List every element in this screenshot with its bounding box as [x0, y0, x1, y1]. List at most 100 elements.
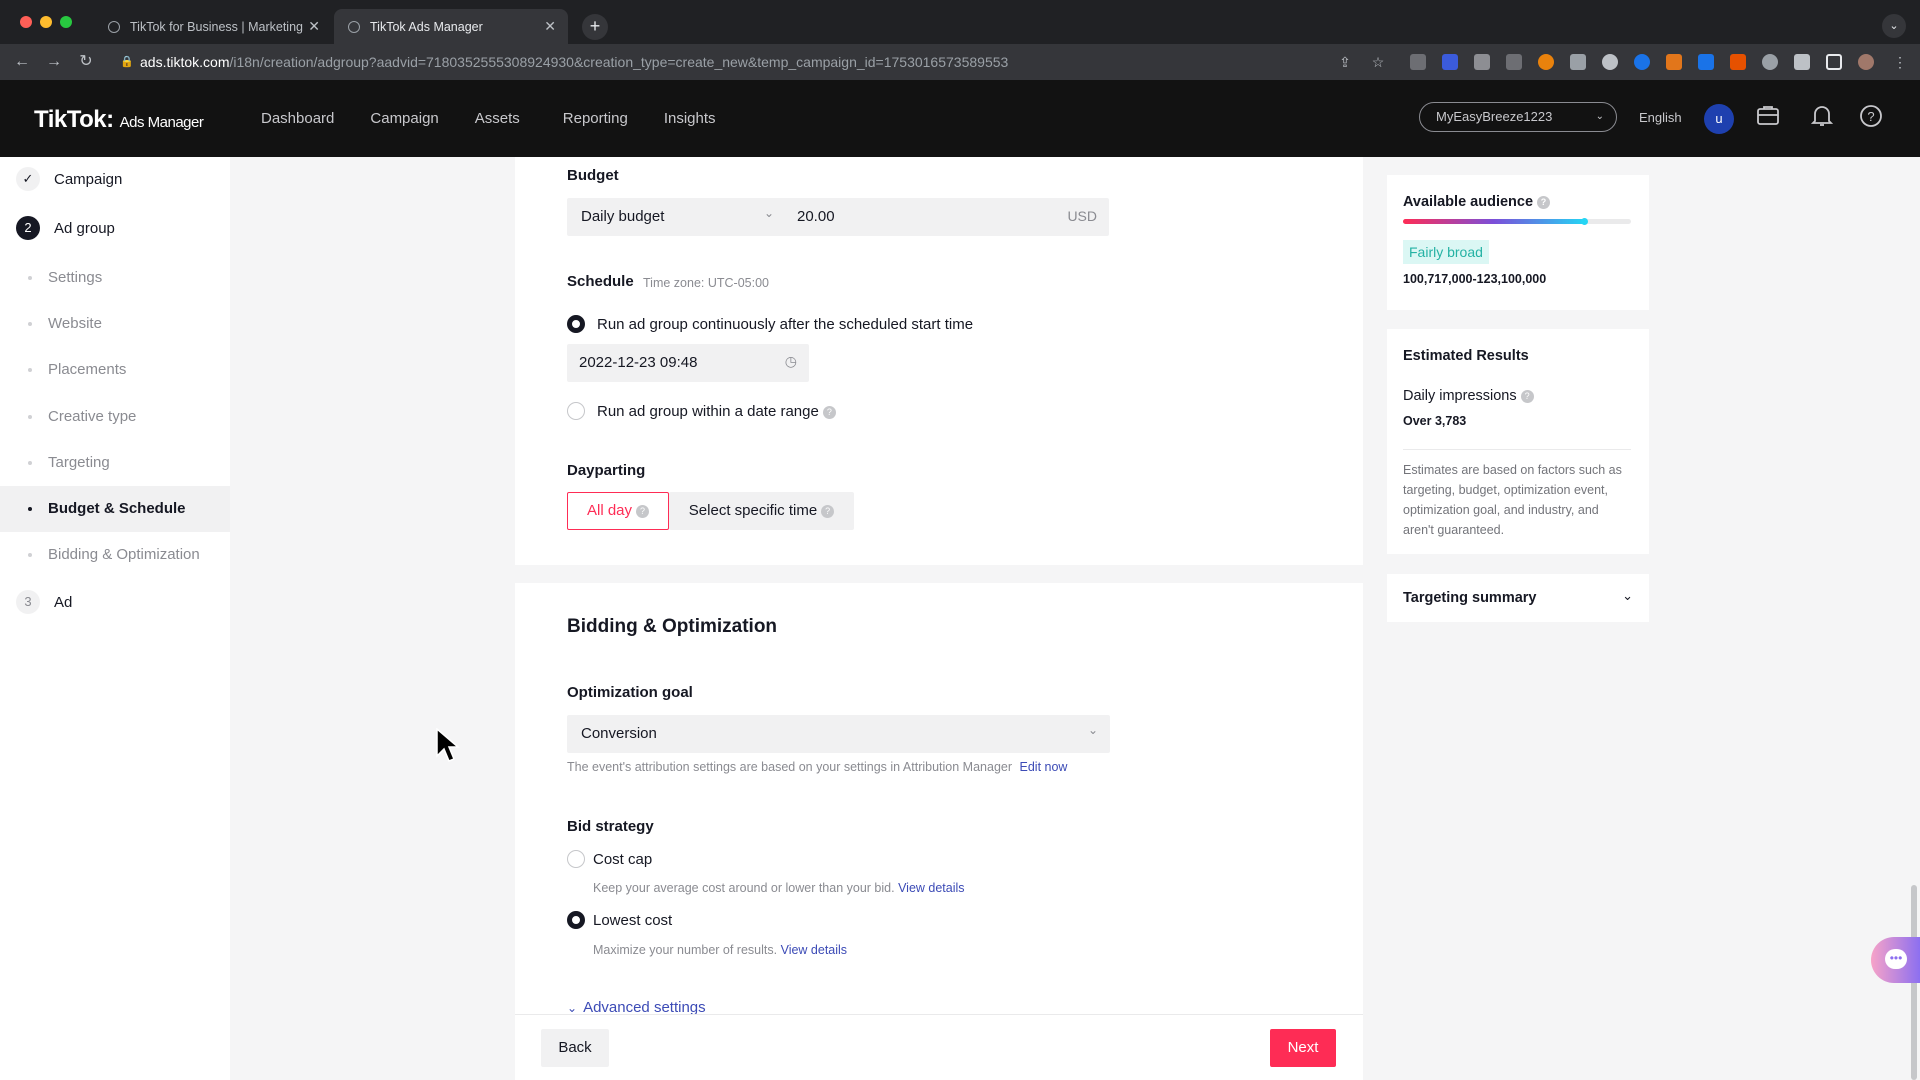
optimization-goal-select[interactable]: Conversion ⌄: [567, 715, 1110, 753]
next-button[interactable]: Next: [1270, 1029, 1336, 1067]
language-selector[interactable]: English: [1639, 110, 1682, 125]
step-ad-group[interactable]: 2 Ad group: [16, 216, 115, 240]
extension-icon[interactable]: [1730, 54, 1746, 70]
browser-tab-tiktok-business[interactable]: TikTok for Business | Marketing ✕: [94, 9, 332, 44]
chat-support-button[interactable]: •••: [1871, 937, 1920, 983]
url-path: /i18n/creation/adgroup?aadvid=7180352555…: [229, 54, 1009, 70]
sidepanel-icon[interactable]: [1826, 54, 1842, 70]
extension-icon[interactable]: [1762, 54, 1778, 70]
help-icon[interactable]: ?: [822, 405, 836, 419]
clock-icon: ◷: [784, 353, 797, 369]
sidebar-item-website[interactable]: Website: [0, 301, 230, 347]
sidebar-item-settings[interactable]: Settings: [0, 255, 230, 301]
new-tab-button[interactable]: +: [582, 14, 608, 40]
extension-icon[interactable]: [1570, 54, 1586, 70]
lock-icon: 🔒: [120, 56, 134, 68]
optimization-goal-label: Optimization goal: [567, 684, 693, 701]
account-selector[interactable]: MyEasyBreeze1223 ⌄: [1419, 102, 1617, 132]
sidebar-item-bidding-optimization[interactable]: Bidding & Optimization: [0, 532, 230, 578]
sidebar-item-targeting[interactable]: Targeting: [0, 440, 230, 486]
help-icon[interactable]: ?: [1520, 389, 1534, 403]
radio-lowest-cost[interactable]: [567, 911, 585, 929]
daily-impressions-label: Daily impressions: [1403, 388, 1517, 404]
address-bar[interactable]: 🔒 ads.tiktok.com/i18n/creation/adgroup?a…: [110, 49, 1400, 75]
forward-arrow-icon[interactable]: →: [42, 50, 66, 74]
extension-icon[interactable]: [1538, 54, 1554, 70]
nav-campaign[interactable]: Campaign: [370, 110, 438, 127]
edit-now-link[interactable]: Edit now: [1020, 760, 1068, 774]
radio-cost-cap[interactable]: [567, 850, 585, 868]
bidding-card: Bidding & Optimization Optimization goal…: [515, 583, 1363, 1080]
budget-amount-input[interactable]: 20.00: [797, 208, 835, 225]
step-campaign[interactable]: ✓ Campaign: [16, 167, 122, 191]
close-tab-icon[interactable]: ✕: [544, 18, 556, 35]
user-avatar[interactable]: u: [1704, 104, 1734, 134]
sidebar-item-label: Placements: [48, 361, 127, 378]
nav-reporting[interactable]: Reporting: [563, 110, 628, 127]
audience-meter: [1403, 218, 1631, 225]
logo-text: TikTok: [34, 106, 107, 133]
dayparting-label: Dayparting: [567, 462, 646, 479]
reload-icon[interactable]: ↻: [74, 50, 98, 74]
tiktok-logo[interactable]: TikTok: Ads Manager: [34, 106, 204, 134]
extension-icon[interactable]: [1442, 54, 1458, 70]
creation-sidebar: ✓ Campaign 2 Ad group Settings Website P…: [0, 157, 230, 1080]
puzzle-icon[interactable]: [1794, 54, 1810, 70]
sidebar-item-placements[interactable]: Placements: [0, 347, 230, 393]
extension-icon[interactable]: [1666, 54, 1682, 70]
goal-hint: The event's attribution settings are bas…: [567, 760, 1013, 774]
cost-cap-hint: Keep your average cost around or lower t…: [593, 881, 895, 895]
share-icon[interactable]: ⇪: [1333, 50, 1357, 74]
sidebar-item-budget-schedule[interactable]: Budget & Schedule: [0, 486, 230, 532]
cost-cap-label: Cost cap: [593, 851, 653, 868]
audience-tag: Fairly broad: [1403, 240, 1489, 264]
zoom-window-button[interactable]: [60, 16, 72, 28]
bell-icon[interactable]: [1808, 104, 1836, 132]
extension-icon[interactable]: [1698, 54, 1714, 70]
account-name: MyEasyBreeze1223: [1436, 109, 1553, 124]
budget-schedule-card: Budget Daily budget ⌄ 20.00 USD Schedule…: [515, 157, 1363, 565]
footer-bar: Back Next: [515, 1014, 1363, 1080]
help-icon[interactable]: ?: [636, 504, 650, 518]
extension-icon[interactable]: [1410, 54, 1426, 70]
close-window-button[interactable]: [20, 16, 32, 28]
briefcase-icon[interactable]: [1754, 104, 1782, 132]
view-details-link[interactable]: View details: [898, 881, 964, 895]
extension-icon[interactable]: [1634, 54, 1650, 70]
kebab-menu-icon[interactable]: ⋮: [1888, 50, 1912, 74]
targeting-summary-label: Targeting summary: [1403, 590, 1537, 606]
specific-time-button[interactable]: Select specific time?: [669, 492, 854, 530]
browser-tab-ads-manager[interactable]: TikTok Ads Manager ✕: [334, 9, 568, 44]
targeting-summary-card[interactable]: Targeting summary ⌄: [1387, 574, 1649, 622]
chevron-down-icon: ⌄: [1087, 723, 1098, 737]
start-datetime-input[interactable]: 2022-12-23 09:48 ◷: [567, 344, 809, 382]
help-icon[interactable]: ?: [1537, 195, 1551, 209]
all-day-button[interactable]: All day?: [567, 492, 669, 530]
bookmark-star-icon[interactable]: ☆: [1366, 50, 1390, 74]
extension-icon[interactable]: [1602, 54, 1618, 70]
optimization-goal-value: Conversion: [581, 725, 657, 742]
tab-search-chevron-icon[interactable]: ⌄: [1882, 14, 1906, 38]
back-button[interactable]: Back: [541, 1029, 609, 1067]
view-details-link[interactable]: View details: [781, 943, 847, 957]
audience-range: 100,717,000-123,100,000: [1403, 272, 1547, 286]
help-icon[interactable]: ?: [1857, 104, 1885, 132]
extension-icon[interactable]: [1474, 54, 1490, 70]
budget-type-select[interactable]: Daily budget: [581, 208, 664, 225]
extension-icon[interactable]: [1506, 54, 1522, 70]
back-arrow-icon[interactable]: ←: [10, 50, 34, 74]
lowest-cost-label: Lowest cost: [593, 912, 673, 929]
all-day-label: All day: [586, 502, 633, 519]
help-icon[interactable]: ?: [821, 504, 835, 518]
nav-assets[interactable]: Assets: [475, 110, 520, 127]
radio-date-range[interactable]: [567, 402, 585, 420]
close-tab-icon[interactable]: ✕: [308, 18, 320, 35]
profile-avatar[interactable]: [1858, 54, 1874, 70]
step-ad[interactable]: 3 Ad: [16, 590, 72, 614]
sidebar-item-creative-type[interactable]: Creative type: [0, 394, 230, 440]
nav-insights[interactable]: Insights: [664, 110, 716, 127]
schedule-label: Schedule: [567, 273, 634, 290]
minimize-window-button[interactable]: [40, 16, 52, 28]
nav-dashboard[interactable]: Dashboard: [261, 110, 334, 127]
radio-run-continuously[interactable]: [567, 315, 585, 333]
